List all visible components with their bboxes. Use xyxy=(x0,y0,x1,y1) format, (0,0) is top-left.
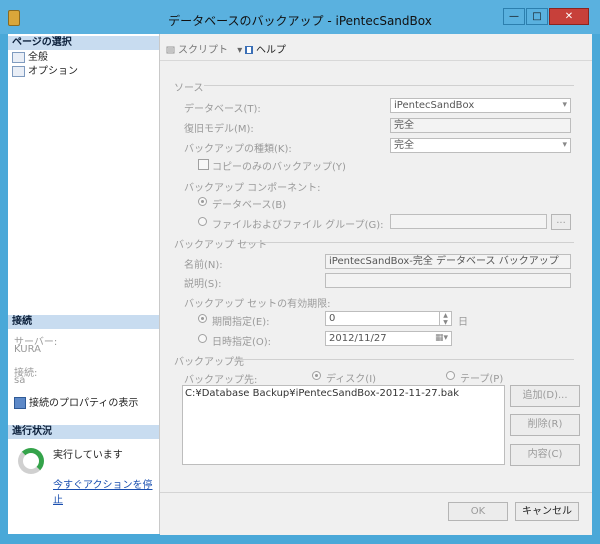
toolbar: スクリプト ▾ ヘルプ xyxy=(160,34,592,61)
dialog-footer: OK キャンセル xyxy=(160,492,592,535)
expire-after-radio[interactable] xyxy=(198,314,207,323)
maximize-button[interactable]: □ xyxy=(526,8,548,25)
expire-days-stepper[interactable]: 0 ▲ ▼ xyxy=(325,311,452,326)
page-item-general[interactable]: 全般 xyxy=(12,51,48,64)
connect-value: sa xyxy=(14,375,26,386)
group-divider xyxy=(234,359,574,360)
page-icon xyxy=(12,51,25,63)
spin-up-down-icon[interactable]: ▲ ▼ xyxy=(439,312,451,325)
expiration-label: バックアップ セットの有効期限: xyxy=(184,299,331,310)
help-icon xyxy=(245,46,253,54)
ok-button[interactable]: OK xyxy=(448,502,508,521)
backup-type-label: バックアップの種類(K): xyxy=(184,144,292,155)
component-database-label: データベース(B) xyxy=(212,200,287,211)
component-files-radio[interactable] xyxy=(198,217,207,226)
server-value: KURA xyxy=(14,344,41,355)
recovery-model-field: 完全 xyxy=(390,118,571,133)
help-label: ヘルプ xyxy=(256,45,286,56)
destination-list[interactable]: C:¥Database Backup¥iPentecSandBox-2012-1… xyxy=(182,385,505,465)
tape-radio[interactable] xyxy=(446,371,455,380)
stop-action-link[interactable]: 今すぐアクションを停止 xyxy=(53,476,159,506)
dialog-window: データベースのバックアップ - iPentecSandBox — □ ✕ ページ… xyxy=(0,0,600,544)
progress-status: 実行しています xyxy=(53,450,123,461)
left-panel: ページの選択 全般 オプション 接続 サーバー: KURA 接続: sa 接続の… xyxy=(8,34,160,534)
progress-spinner-icon xyxy=(18,448,44,474)
page-item-options[interactable]: オプション xyxy=(12,65,78,78)
general-page-form: ソース データベース(T): iPentecSandBox ▾ 復旧モデル(M):… xyxy=(160,61,592,491)
backup-component-label: バックアップ コンポーネント: xyxy=(184,183,321,194)
connection-header: 接続 xyxy=(8,315,159,329)
remove-destination-button[interactable]: 削除(R) xyxy=(510,414,580,436)
database-label: データベース(T): xyxy=(184,104,261,115)
expire-date-picker[interactable]: 2012/11/27 ▦▾ xyxy=(325,331,452,346)
add-destination-button[interactable]: 追加(D)... xyxy=(510,385,580,407)
destination-group-label: バックアップ先 xyxy=(174,357,244,368)
browse-files-button[interactable]: ... xyxy=(551,214,571,230)
contents-button[interactable]: 内容(C) xyxy=(510,444,580,466)
name-label: 名前(N): xyxy=(184,260,223,271)
chevron-down-icon: ▾ xyxy=(562,100,567,110)
connection-properties-link[interactable]: 接続のプロパティの表示 xyxy=(14,394,138,409)
description-label: 説明(S): xyxy=(184,279,222,290)
database-value: iPentecSandBox xyxy=(394,100,475,111)
list-item[interactable]: C:¥Database Backup¥iPentecSandBox-2012-1… xyxy=(185,388,459,399)
component-files-label: ファイルおよびファイル グループ(G): xyxy=(212,220,384,231)
description-field[interactable] xyxy=(325,273,571,288)
source-group-label: ソース xyxy=(174,83,204,94)
close-button[interactable]: ✕ xyxy=(549,8,589,25)
minimize-button[interactable]: — xyxy=(503,8,525,25)
page-item-label: オプション xyxy=(28,66,78,77)
group-divider xyxy=(204,85,574,86)
backup-type-dropdown[interactable]: 完全 ▾ xyxy=(390,138,571,153)
page-icon xyxy=(12,65,25,77)
expire-on-radio[interactable] xyxy=(198,334,207,343)
group-divider xyxy=(246,242,574,243)
page-item-label: 全般 xyxy=(28,52,48,63)
copy-only-checkbox[interactable] xyxy=(198,159,209,170)
database-dropdown[interactable]: iPentecSandBox ▾ xyxy=(390,98,571,113)
expire-after-label: 期間指定(E): xyxy=(212,317,270,328)
backup-set-name-field[interactable]: iPentecSandBox-完全 データベース バックアップ xyxy=(325,254,571,269)
script-label: スクリプト xyxy=(178,45,228,56)
script-button[interactable]: スクリプト ▾ xyxy=(166,41,242,56)
script-icon xyxy=(166,46,175,54)
chevron-down-icon: ▾ xyxy=(562,140,567,150)
copy-only-label: コピーのみのバックアップ(Y) xyxy=(212,162,346,173)
title-bar: データベースのバックアップ - iPentecSandBox — □ ✕ xyxy=(0,0,600,34)
script-dropdown-icon[interactable]: ▾ xyxy=(237,45,242,56)
days-label: 日 xyxy=(458,317,468,328)
page-select-header: ページの選択 xyxy=(8,36,159,50)
properties-link-label: 接続のプロパティの表示 xyxy=(29,398,139,409)
expire-days-value: 0 xyxy=(329,313,336,324)
component-database-radio[interactable] xyxy=(198,197,207,206)
file-groups-field xyxy=(390,214,547,229)
backup-type-value: 完全 xyxy=(394,140,414,151)
disk-radio[interactable] xyxy=(312,371,321,380)
help-button[interactable]: ヘルプ xyxy=(244,41,286,56)
recovery-model-label: 復旧モデル(M): xyxy=(184,124,254,135)
progress-header: 進行状況 xyxy=(8,425,159,439)
cancel-button[interactable]: キャンセル xyxy=(515,502,579,521)
tape-label: テープ(P) xyxy=(460,374,504,385)
properties-icon xyxy=(14,397,26,409)
disk-label: ディスク(I) xyxy=(326,374,377,385)
dialog-client: ページの選択 全般 オプション 接続 サーバー: KURA 接続: sa 接続の… xyxy=(8,34,592,535)
expire-date-value: 2012/11/27 xyxy=(329,333,387,344)
expire-on-label: 日時指定(O): xyxy=(212,337,272,348)
backup-to-label: バックアップ先: xyxy=(184,375,258,386)
backup-set-group-label: バックアップ セット xyxy=(174,240,268,251)
calendar-icon: ▦▾ xyxy=(434,333,448,343)
